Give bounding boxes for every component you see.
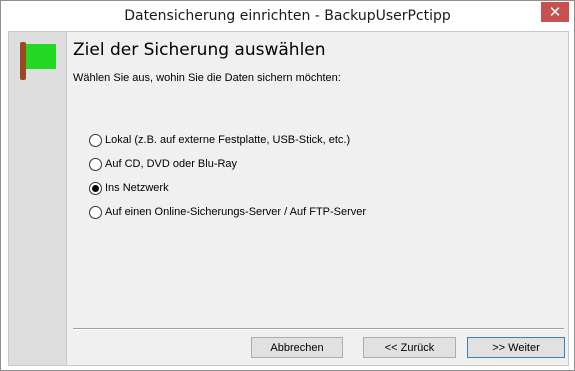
radio-online-ftp[interactable] bbox=[89, 205, 102, 219]
close-button[interactable]: ✕ bbox=[541, 2, 569, 22]
option-label: Auf CD, DVD oder Blu-Ray bbox=[105, 158, 238, 170]
radio-cd-dvd[interactable] bbox=[89, 157, 102, 171]
dialog-client-area: Ziel der Sicherung auswählen Wählen Sie … bbox=[8, 31, 569, 366]
title-bar[interactable]: Datensicherung einrichten - BackupUserPc… bbox=[1, 1, 574, 31]
option-network[interactable]: Ins Netzwerk bbox=[89, 180, 169, 196]
option-online-ftp[interactable]: Auf einen Online-Sicherungs-Server / Auf… bbox=[89, 204, 366, 220]
radio-local[interactable] bbox=[89, 133, 102, 147]
button-separator bbox=[73, 328, 564, 330]
option-label: Auf einen Online-Sicherungs-Server / Auf… bbox=[105, 206, 367, 218]
flag-icon bbox=[20, 42, 56, 80]
close-icon: ✕ bbox=[548, 3, 562, 21]
option-label: Ins Netzwerk bbox=[105, 182, 169, 194]
dialog-window: Datensicherung einrichten - BackupUserPc… bbox=[0, 0, 575, 371]
wizard-side-strip bbox=[9, 32, 67, 365]
cancel-button[interactable]: Abbrechen bbox=[251, 337, 343, 358]
page-subtitle: Wählen Sie aus, wohin Sie die Daten sich… bbox=[73, 72, 341, 84]
option-cd-dvd[interactable]: Auf CD, DVD oder Blu-Ray bbox=[89, 156, 237, 172]
page-title: Ziel der Sicherung auswählen bbox=[73, 40, 326, 60]
next-button[interactable]: >> Weiter bbox=[467, 337, 565, 358]
back-button[interactable]: << Zurück bbox=[363, 337, 456, 358]
radio-network[interactable] bbox=[89, 181, 102, 195]
window-title: Datensicherung einrichten - BackupUserPc… bbox=[124, 8, 451, 24]
option-local[interactable]: Lokal (z.B. auf externe Festplatte, USB-… bbox=[89, 132, 350, 148]
option-label: Lokal (z.B. auf externe Festplatte, USB-… bbox=[105, 134, 351, 146]
